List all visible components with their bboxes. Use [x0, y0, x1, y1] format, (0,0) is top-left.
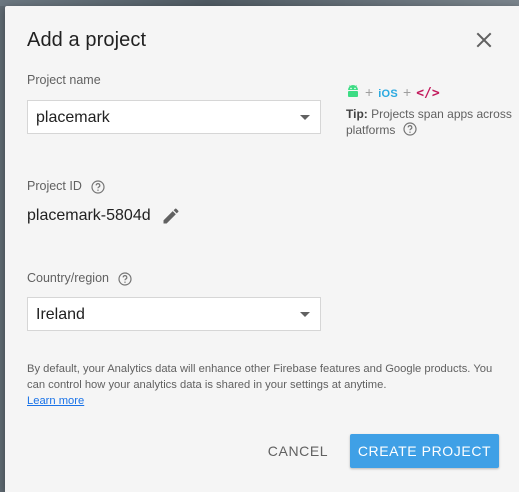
cancel-button[interactable]: CANCEL — [261, 434, 335, 468]
country-select[interactable]: Ireland — [27, 297, 321, 331]
country-value: Ireland — [36, 306, 85, 323]
plus-sign: + — [365, 84, 374, 100]
android-icon — [348, 85, 358, 97]
web-code-icon: </> — [416, 86, 440, 101]
project-name-select[interactable]: placemark — [27, 100, 321, 134]
disclaimer-text: By default, your Analytics data will enh… — [27, 363, 493, 391]
close-button[interactable] — [472, 28, 496, 52]
project-id-value: placemark-5804d — [27, 207, 151, 224]
project-id-label: Project ID — [27, 179, 105, 194]
help-circle-icon[interactable] — [118, 272, 133, 286]
help-circle-icon[interactable] — [91, 180, 105, 194]
analytics-disclaimer: By default, your Analytics data will enh… — [27, 361, 497, 409]
close-icon — [476, 32, 492, 48]
learn-more-link[interactable]: Learn more — [27, 395, 84, 407]
help-circle-icon[interactable] — [403, 122, 417, 136]
platform-icons-row: + iOS + </> — [346, 84, 516, 101]
tip-body: Projects span apps across platforms — [346, 107, 512, 137]
add-project-dialog: Add a project Project name placemark + iO… — [5, 6, 519, 492]
country-label-text: Country/region — [27, 271, 109, 285]
project-id-label-text: Project ID — [27, 179, 82, 193]
create-project-button[interactable]: CREATE PROJECT — [350, 434, 499, 468]
tip-bold: Tip: — [346, 107, 368, 121]
platform-tip: + iOS + </> Tip: Projects span apps across … — [346, 84, 516, 138]
pencil-icon — [163, 208, 179, 224]
tip-text: Tip: Projects span apps across platforms — [346, 106, 516, 138]
project-name-value: placemark — [36, 109, 110, 126]
plus-sign: + — [403, 84, 412, 100]
dialog-title: Add a project — [27, 29, 147, 51]
caret-down-icon — [300, 115, 310, 120]
caret-down-icon — [300, 312, 310, 317]
project-name-label: Project name — [27, 73, 101, 87]
country-label: Country/region — [27, 271, 133, 286]
ios-icon: iOS — [378, 88, 399, 100]
edit-project-id-button[interactable] — [161, 206, 181, 226]
